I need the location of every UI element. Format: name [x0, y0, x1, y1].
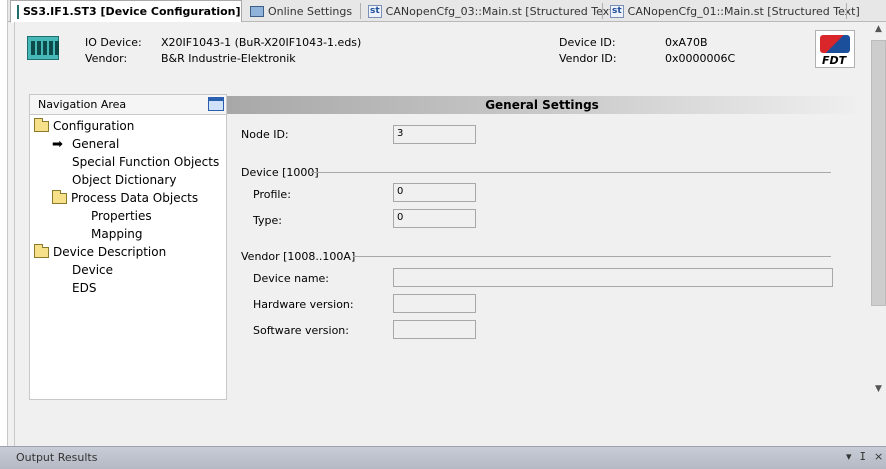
device-id-label: Device ID:: [559, 36, 616, 49]
navigation-area-title: Navigation Area: [38, 98, 127, 111]
type-label: Type:: [253, 214, 282, 227]
device-info-header: IO Device: X20IF1043-1 (BuR-X20IF1043-1.…: [15, 22, 886, 88]
device-config-icon: [17, 4, 19, 19]
tree-item-label: Special Function Objects: [72, 155, 220, 169]
folder-open-icon: [52, 189, 67, 204]
vendor-value: B&R Industrie-Elektronik: [161, 52, 296, 65]
node-id-label: Node ID:: [241, 128, 289, 141]
folder-open-icon: [34, 243, 49, 258]
tab-separator: [602, 3, 603, 19]
editor-tab-bar: SS3.IF1.ST3 [Device Configuration] × Onl…: [8, 0, 886, 23]
dock-dropdown-icon[interactable]: ▾: [846, 450, 852, 463]
scroll-up-icon[interactable]: ▲: [871, 24, 886, 40]
tab-label: Online Settings: [268, 4, 353, 18]
tree-item-label: Mapping: [91, 227, 143, 241]
tree-item-properties[interactable]: Properties: [91, 207, 152, 225]
fdt-logo-text: FDT: [822, 54, 847, 67]
vendor-label: Vendor:: [85, 52, 128, 65]
structured-text-icon: st: [368, 4, 382, 18]
tab-separator: [360, 3, 361, 19]
tree-item-device-description[interactable]: Device Description: [34, 243, 166, 261]
device-name-label: Device name:: [253, 272, 330, 285]
tree-item-mapping[interactable]: Mapping: [91, 225, 143, 243]
tree-item-label: Device: [72, 263, 114, 277]
tree-item-configuration[interactable]: Configuration: [34, 117, 134, 135]
device-name-field[interactable]: [393, 268, 833, 287]
hardware-version-field[interactable]: [393, 294, 476, 313]
folder-open-icon: [34, 117, 49, 132]
tab-canopencfg-01[interactable]: st CANopenCfg_01::Main.st [Structured Te…: [604, 0, 866, 22]
device-id-value: 0xA70B: [665, 36, 708, 49]
pin-icon[interactable]: ⵊ: [860, 450, 866, 463]
structured-text-icon: st: [610, 4, 624, 18]
vertical-scrollbar[interactable]: ▲ ▼: [857, 22, 886, 400]
tab-online-settings[interactable]: Online Settings: [244, 0, 358, 22]
output-results-title: Output Results: [16, 451, 98, 464]
vendor-id-value: 0x0000006C: [665, 52, 736, 65]
profile-field[interactable]: 0: [393, 183, 476, 202]
tree-item-general[interactable]: ➡ General: [52, 135, 119, 153]
tree-item-label: General: [72, 137, 120, 151]
vendor-group-title: Vendor [1008..100A]: [241, 250, 356, 263]
scroll-thumb[interactable]: [871, 40, 886, 306]
output-results-panel: Output Results ▾ ⵊ ×: [0, 446, 886, 469]
monitor-icon: [250, 5, 264, 17]
fdt-logo: FDT: [815, 30, 855, 68]
profile-label: Profile:: [253, 188, 291, 201]
tree-item-label: Process Data Objects: [71, 191, 199, 205]
tree-item-process-data-objects[interactable]: Process Data Objects: [52, 189, 198, 207]
left-panel-edge: [0, 0, 8, 446]
tree-item-label: Configuration: [53, 119, 135, 133]
close-icon[interactable]: ×: [874, 450, 883, 463]
navigation-area: Navigation Area Configuration ➡ General …: [29, 94, 227, 400]
tab-device-configuration[interactable]: SS3.IF1.ST3 [Device Configuration] ×: [10, 0, 261, 23]
tab-label: SS3.IF1.ST3 [Device Configuration]: [23, 5, 241, 18]
software-version-field[interactable]: [393, 320, 476, 339]
tree-item-label: EDS: [72, 281, 97, 295]
group-divider: [311, 172, 831, 173]
window-icon[interactable]: [208, 97, 224, 111]
io-device-label: IO Device:: [85, 36, 142, 49]
tree-item-eds[interactable]: EDS: [72, 279, 96, 297]
tree-item-object-dictionary[interactable]: Object Dictionary: [72, 171, 176, 189]
tree-item-label: Object Dictionary: [72, 173, 177, 187]
io-device-icon: [27, 36, 59, 60]
software-version-label: Software version:: [253, 324, 349, 337]
tab-separator: [846, 3, 847, 19]
tree-item-label: Device Description: [53, 245, 167, 259]
navigation-area-header: Navigation Area: [30, 95, 226, 115]
type-field[interactable]: 0: [393, 209, 476, 228]
device-group-title: Device [1000]: [241, 166, 319, 179]
arrow-right-icon: ➡: [52, 136, 63, 152]
vendor-id-label: Vendor ID:: [559, 52, 617, 65]
tree-item-label: Properties: [91, 209, 152, 223]
section-header: General Settings: [227, 96, 857, 114]
tree-item-device[interactable]: Device: [72, 261, 113, 279]
tab-label: CANopenCfg_01::Main.st [Structured Text]: [627, 4, 860, 18]
scroll-down-icon[interactable]: ▼: [871, 384, 886, 400]
general-settings-panel: General Settings Node ID: 3 Device [1000…: [227, 94, 857, 400]
tree-item-special-function-objects[interactable]: Special Function Objects: [72, 153, 219, 171]
io-device-value: X20IF1043-1 (BuR-X20IF1043-1.eds): [161, 36, 362, 49]
device-configuration-editor: IO Device: X20IF1043-1 (BuR-X20IF1043-1.…: [14, 22, 886, 446]
node-id-field[interactable]: 3: [393, 125, 476, 144]
group-divider: [353, 256, 831, 257]
hardware-version-label: Hardware version:: [253, 298, 354, 311]
tab-canopencfg-03[interactable]: st CANopenCfg_03::Main.st [Structured Te…: [362, 0, 624, 22]
tab-label: CANopenCfg_03::Main.st [Structured Text]: [385, 4, 618, 18]
